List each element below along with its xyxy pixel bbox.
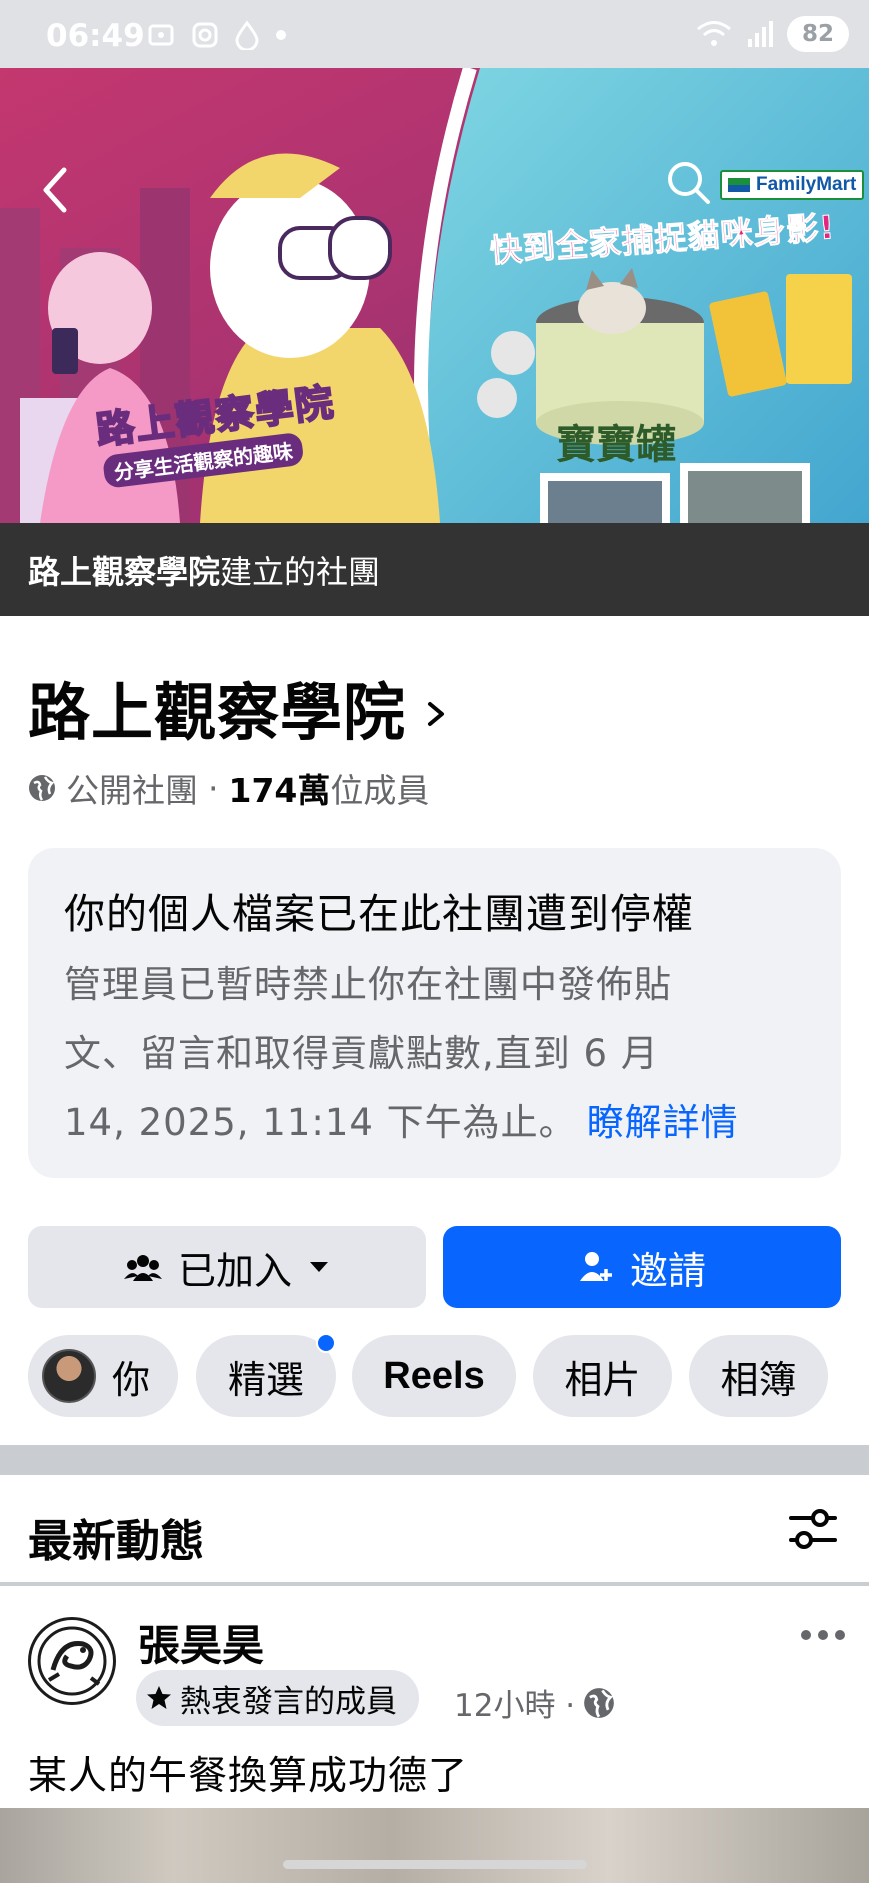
feed-header: 最新動態	[28, 1516, 204, 1567]
more-horizontal-icon[interactable]	[800, 1628, 846, 1642]
post-image[interactable]	[0, 1808, 869, 1883]
group-cover-photo[interactable]: FamilyMart 路上觀察學院 分享生活觀察的趣味 快到全家捕捉貓咪身影! …	[0, 68, 869, 523]
brand-name: FamilyMart	[756, 174, 857, 195]
group-title-row[interactable]: 路上觀察學院	[28, 662, 448, 752]
notice-body: 管理員已暫時禁止你在社團中發佈貼 文、留言和取得貢獻點數,直到 6 月 14, …	[64, 950, 805, 1157]
filter-sliders-icon[interactable]	[788, 1506, 838, 1552]
back-chevron-icon[interactable]	[32, 160, 82, 220]
tab-you-label: 你	[112, 1357, 151, 1402]
invite-button-label: 邀請	[629, 1248, 706, 1293]
section-divider	[0, 1445, 869, 1475]
notice-body-line: 管理員已暫時禁止你在社團中發佈貼	[64, 963, 672, 1006]
status-system-icons: 82	[695, 16, 849, 52]
screenshot-icon	[148, 24, 174, 46]
joined-button[interactable]: 已加入	[28, 1226, 426, 1308]
notification-dot	[316, 1333, 336, 1353]
globe-icon	[29, 775, 55, 801]
creator-name: 路上觀察學院	[28, 552, 221, 591]
post-author-name[interactable]: 張昊昊	[138, 1612, 264, 1673]
add-person-icon	[579, 1252, 612, 1281]
dot-icon	[276, 30, 286, 40]
creator-suffix: 建立的社團	[220, 552, 381, 591]
battery-indicator: 82	[787, 16, 849, 52]
member-badge[interactable]: 熱衷發言的成員	[136, 1670, 419, 1726]
invite-button[interactable]: 邀請	[443, 1226, 841, 1308]
suspension-notice: 你的個人檔案已在此社團遭到停權 管理員已暫時禁止你在社團中發佈貼 文、留言和取得…	[28, 848, 841, 1178]
tab-photos[interactable]: 相片	[533, 1335, 672, 1417]
tab-photos-label: 相片	[564, 1357, 641, 1402]
avatar	[42, 1349, 96, 1403]
tab-you[interactable]: 你	[28, 1335, 178, 1417]
status-notification-icons	[146, 20, 288, 50]
tab-reels-label: Reels	[383, 1354, 485, 1397]
post-timestamp[interactable]: 12小時 ·	[454, 1680, 615, 1725]
home-indicator[interactable]	[283, 1860, 587, 1869]
caret-down-icon	[310, 1262, 328, 1272]
battery-level: 82	[801, 21, 834, 47]
notice-body-line: 14, 2025, 11:14 下午為止。	[64, 1101, 577, 1144]
tab-reels[interactable]: Reels	[352, 1335, 516, 1417]
notice-title: 你的個人檔案已在此社團遭到停權	[64, 890, 694, 938]
status-bar: 06:49 82	[0, 0, 869, 68]
group-creator-banner[interactable]: 路上觀察學院 建立的社團	[0, 523, 869, 616]
post-text: 某人的午餐換算成功德了	[28, 1754, 469, 1799]
tab-albums-label: 相簿	[720, 1357, 797, 1402]
notice-body-line: 文、留言和取得貢獻點數,直到 6 月	[64, 1032, 659, 1075]
group-meta: 公開社團 · 174萬位成員	[28, 764, 429, 812]
wifi-icon	[697, 21, 731, 46]
search-icon[interactable]	[664, 158, 714, 208]
star-icon	[147, 1686, 171, 1709]
brand-logo: FamilyMart	[720, 170, 864, 200]
globe-icon	[584, 1687, 615, 1718]
feed-divider	[0, 1582, 869, 1586]
tab-albums[interactable]: 相簿	[689, 1335, 828, 1417]
tab-featured-label: 精選	[227, 1357, 304, 1402]
member-label: 位成員	[330, 771, 430, 810]
group-icon	[123, 1255, 162, 1281]
status-time: 06:49	[46, 18, 145, 54]
dragon-emblem-icon	[37, 1626, 107, 1696]
group-privacy: 公開社團	[66, 771, 198, 810]
group-title: 路上觀察學院	[28, 676, 407, 749]
member-badge-label: 熱衷發言的成員	[180, 1683, 397, 1720]
drop-icon	[235, 20, 259, 50]
post-author-avatar[interactable]	[28, 1617, 116, 1705]
instagram-icon	[192, 22, 218, 48]
member-count[interactable]: 174萬	[229, 771, 331, 810]
tab-featured[interactable]: 精選	[196, 1333, 336, 1417]
signal-icon	[748, 21, 773, 47]
cover-product-label: 寶寶罐	[556, 422, 676, 468]
post-time-label: 12小時 ·	[454, 1688, 576, 1724]
joined-button-label: 已加入	[177, 1248, 292, 1293]
chevron-right-icon	[428, 702, 445, 726]
brand-stripe	[728, 178, 750, 192]
learn-more-link[interactable]: 瞭解詳情	[587, 1101, 739, 1144]
meta-separator: ·	[208, 768, 219, 808]
